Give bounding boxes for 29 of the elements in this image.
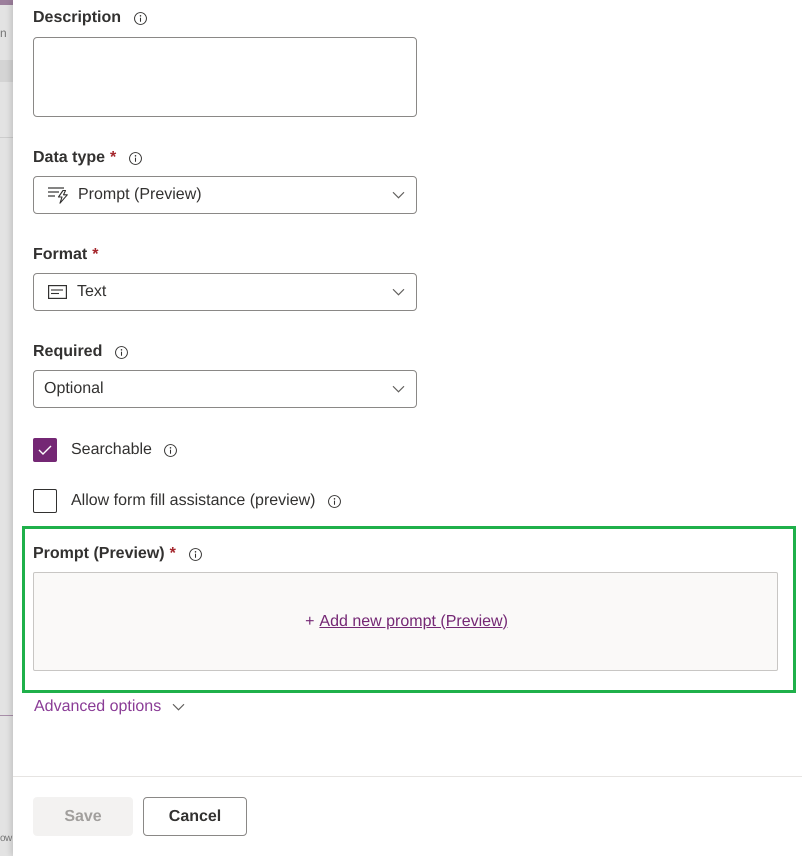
text-area[interactable]: [33, 37, 417, 117]
cancel-button[interactable]: Cancel: [143, 797, 247, 836]
field-label: Description: [33, 8, 122, 28]
required-marker: *: [170, 544, 176, 564]
chevron-down-icon: [392, 385, 405, 393]
text-box-icon: [48, 285, 67, 299]
required-marker: *: [92, 245, 98, 265]
dropdown[interactable]: Optional: [33, 370, 417, 408]
app-header-bar: [0, 0, 13, 5]
checkbox-label: Searchable: [71, 440, 152, 460]
add-prompt-link[interactable]: + Add new prompt (Preview): [303, 610, 508, 632]
dropdown[interactable]: Text: [33, 273, 417, 311]
field-label: Format: [33, 245, 88, 265]
checkbox-label: Allow form fill assistance (preview): [71, 491, 316, 511]
required-marker: *: [110, 148, 116, 168]
advanced-options-toggle[interactable]: Advanced options: [34, 696, 186, 718]
checkbox[interactable]: [33, 438, 57, 462]
chevron-down-icon: [392, 288, 405, 296]
checkmark-icon: [38, 445, 52, 455]
backdrop-text: n: [0, 26, 7, 40]
dropdown[interactable]: Prompt (Preview): [33, 176, 417, 214]
backdrop-text: ow: [0, 832, 12, 846]
backdrop-band: [0, 60, 13, 82]
field-label: Required: [33, 342, 102, 362]
lightning-lines-icon: [48, 186, 68, 204]
chevron-down-icon: [392, 191, 405, 199]
field-label: Prompt (Preview): [33, 544, 165, 564]
checkbox[interactable]: [33, 489, 57, 513]
field-label: Data type: [33, 148, 106, 168]
